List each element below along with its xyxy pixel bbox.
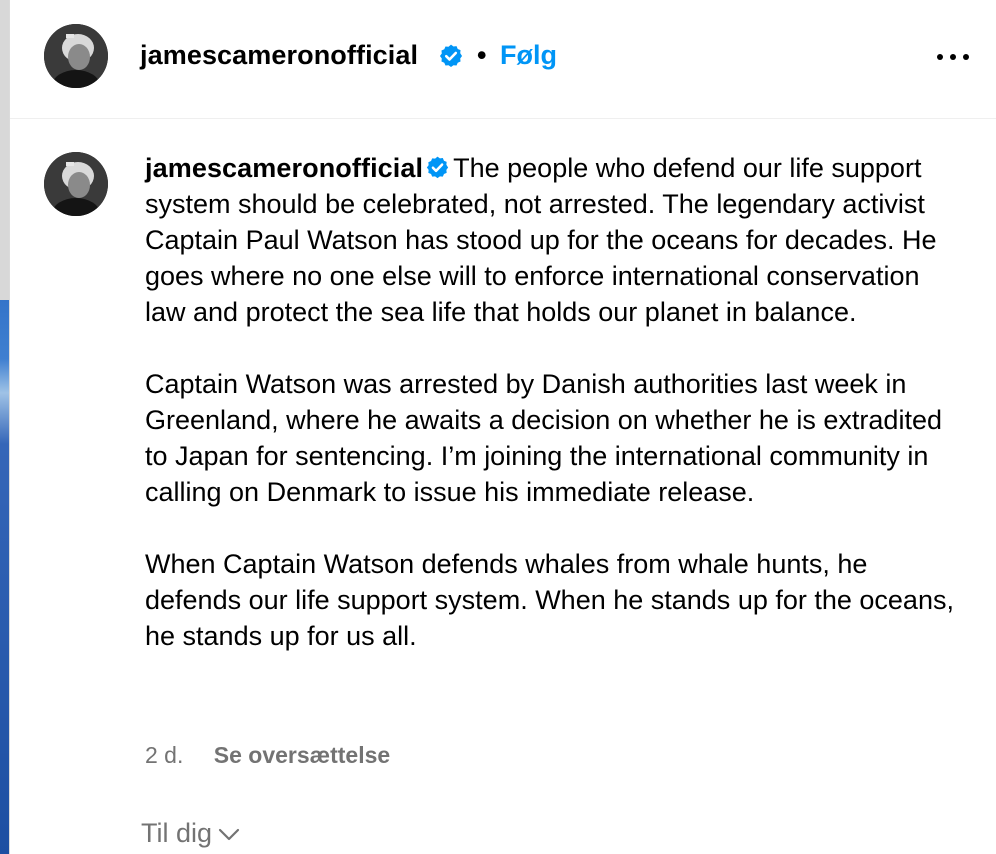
post-meta: 2 d. Se oversættelse bbox=[145, 742, 390, 769]
caption-paragraph: Captain Watson was arrested by Danish au… bbox=[145, 369, 942, 507]
caption-username[interactable]: jamescameronofficial bbox=[145, 153, 423, 183]
caption-avatar[interactable] bbox=[44, 152, 108, 216]
verified-badge-icon bbox=[427, 156, 449, 179]
chevron-down-icon bbox=[218, 828, 240, 840]
more-options-icon[interactable] bbox=[937, 52, 971, 64]
post-header: jamescameronofficial • Følg bbox=[10, 0, 996, 119]
verified-badge-icon bbox=[439, 44, 463, 68]
avatar[interactable] bbox=[44, 24, 108, 88]
see-translation-button[interactable]: Se oversættelse bbox=[214, 742, 390, 768]
for-you-label: Til dig bbox=[141, 818, 213, 848]
post-timestamp[interactable]: 2 d. bbox=[145, 742, 183, 768]
follow-button[interactable]: Følg bbox=[500, 40, 557, 71]
for-you-dropdown[interactable]: Til dig bbox=[141, 818, 240, 849]
caption-paragraph: jamescameronofficial The people who defe… bbox=[145, 150, 955, 330]
post-panel: jamescameronofficial • Følg jamescameron… bbox=[9, 0, 996, 854]
caption-paragraph: When Captain Watson defends whales from … bbox=[145, 549, 954, 651]
header-username[interactable]: jamescameronofficial bbox=[140, 40, 418, 71]
background-window-edge bbox=[0, 0, 9, 854]
post-caption: jamescameronofficial The people who defe… bbox=[145, 150, 955, 690]
separator-dot: • bbox=[477, 40, 487, 70]
